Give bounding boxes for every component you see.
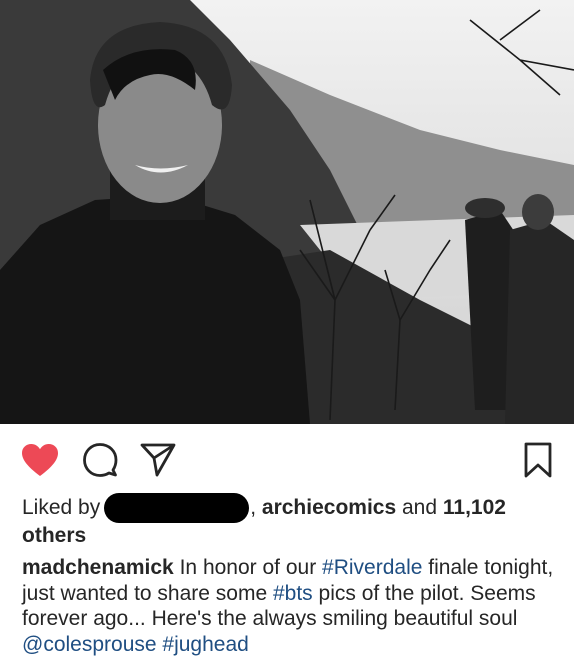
redaction-mark [104, 493, 250, 523]
likes-summary: Liked by, archiecomics and 11,102 others [22, 493, 562, 549]
likes-count[interactable]: 11,102 [443, 496, 506, 519]
save-button[interactable] [518, 440, 558, 480]
bookmark-icon [524, 442, 552, 478]
paper-plane-icon [140, 443, 176, 477]
share-button[interactable] [138, 440, 178, 480]
hashtag-link[interactable]: #jughead [162, 633, 248, 656]
mention-link[interactable]: @colesprouse [22, 633, 157, 656]
post-actions [0, 424, 574, 488]
hashtag-link[interactable]: #Riverdale [322, 556, 422, 579]
comment-bubble-icon [83, 443, 118, 477]
likes-prefix: Liked by [22, 496, 101, 519]
post-photo[interactable] [0, 0, 574, 424]
caption-username[interactable]: madchenamick [22, 556, 174, 579]
liker-account-link[interactable]: archiecomics [262, 496, 396, 519]
likes-conjunction: and [401, 496, 438, 519]
post-caption: madchenamick In honor of our #Riverdale … [22, 555, 562, 657]
likes-others[interactable]: others [22, 524, 86, 547]
comment-button[interactable] [80, 440, 120, 480]
caption-text: In honor of our [179, 556, 317, 579]
heart-filled-icon [22, 444, 58, 476]
hashtag-link[interactable]: #bts [273, 582, 313, 605]
like-button[interactable] [20, 440, 60, 480]
